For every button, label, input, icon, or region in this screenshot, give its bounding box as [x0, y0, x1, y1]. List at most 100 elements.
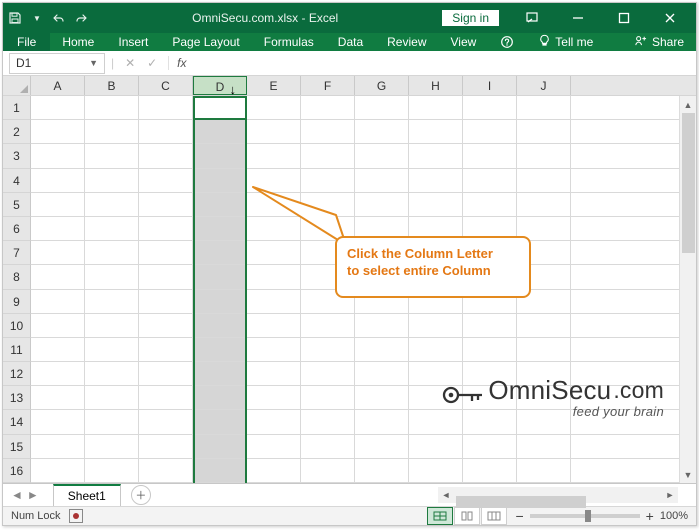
cell-C1[interactable]	[139, 96, 193, 119]
ribbon-options-icon[interactable]	[510, 3, 554, 33]
cell-B3[interactable]	[85, 144, 139, 167]
col-header-F[interactable]: F	[301, 76, 355, 95]
cell-J2[interactable]	[517, 120, 571, 143]
cell-I16[interactable]	[463, 459, 517, 482]
cell-E14[interactable]	[247, 410, 301, 433]
cell-E3[interactable]	[247, 144, 301, 167]
cell-G2[interactable]	[355, 120, 409, 143]
row-header-8[interactable]: 8	[3, 265, 31, 289]
cell-A16[interactable]	[31, 459, 85, 482]
cell-E11[interactable]	[247, 338, 301, 361]
cell-B4[interactable]	[85, 169, 139, 192]
cell-D9[interactable]	[193, 290, 247, 313]
cell-J11[interactable]	[517, 338, 571, 361]
cell-B15[interactable]	[85, 435, 139, 458]
cell-G16[interactable]	[355, 459, 409, 482]
cell-A1[interactable]	[31, 96, 85, 119]
col-header-D[interactable]: D ↓	[193, 76, 247, 95]
cancel-icon[interactable]: ✕	[120, 56, 140, 70]
tab-page-layout[interactable]: Page Layout	[160, 33, 251, 51]
row-header-2[interactable]: 2	[3, 120, 31, 144]
cell-G11[interactable]	[355, 338, 409, 361]
zoom-out-button[interactable]: −	[515, 508, 523, 524]
tab-data[interactable]: Data	[326, 33, 375, 51]
row-header-5[interactable]: 5	[3, 193, 31, 217]
tab-file[interactable]: File	[3, 33, 50, 51]
cell-B13[interactable]	[85, 386, 139, 409]
cell-G12[interactable]	[355, 362, 409, 385]
cell-A14[interactable]	[31, 410, 85, 433]
cell-J3[interactable]	[517, 144, 571, 167]
cell-D5[interactable]	[193, 193, 247, 216]
cell-H11[interactable]	[409, 338, 463, 361]
cell-H3[interactable]	[409, 144, 463, 167]
undo-icon[interactable]	[51, 10, 67, 26]
cell-G4[interactable]	[355, 169, 409, 192]
cell-C3[interactable]	[139, 144, 193, 167]
cell-J5[interactable]	[517, 193, 571, 216]
col-header-J[interactable]: J	[517, 76, 571, 95]
cell-I1[interactable]	[463, 96, 517, 119]
fx-icon[interactable]: fx	[169, 56, 194, 70]
cell-F3[interactable]	[301, 144, 355, 167]
cell-F10[interactable]	[301, 314, 355, 337]
cell-F4[interactable]	[301, 169, 355, 192]
col-header-H[interactable]: H	[409, 76, 463, 95]
cell-A2[interactable]	[31, 120, 85, 143]
cell-B11[interactable]	[85, 338, 139, 361]
row-header-10[interactable]: 10	[3, 314, 31, 338]
cell-G15[interactable]	[355, 435, 409, 458]
cell-I2[interactable]	[463, 120, 517, 143]
cell-G1[interactable]	[355, 96, 409, 119]
cell-F12[interactable]	[301, 362, 355, 385]
cell-C13[interactable]	[139, 386, 193, 409]
sign-in-button[interactable]: Sign in	[441, 9, 500, 27]
tab-review[interactable]: Review	[375, 33, 438, 51]
cell-D14[interactable]	[193, 410, 247, 433]
maximize-icon[interactable]	[602, 3, 646, 33]
col-header-C[interactable]: C	[139, 76, 193, 95]
chevron-down-icon[interactable]: ▼	[89, 58, 98, 68]
row-header-14[interactable]: 14	[3, 410, 31, 434]
cell-A4[interactable]	[31, 169, 85, 192]
cell-B8[interactable]	[85, 265, 139, 288]
cell-I4[interactable]	[463, 169, 517, 192]
cell-I15[interactable]	[463, 435, 517, 458]
cell-H15[interactable]	[409, 435, 463, 458]
cell-B7[interactable]	[85, 241, 139, 264]
cell-I3[interactable]	[463, 144, 517, 167]
row-header-9[interactable]: 9	[3, 290, 31, 314]
tell-me[interactable]: Tell me	[526, 33, 605, 51]
cell-D2[interactable]	[193, 120, 247, 143]
row-header-16[interactable]: 16	[3, 459, 31, 483]
cell-D13[interactable]	[193, 386, 247, 409]
normal-view-icon[interactable]	[427, 507, 453, 525]
cell-G3[interactable]	[355, 144, 409, 167]
zoom-slider[interactable]	[530, 514, 640, 518]
cell-B16[interactable]	[85, 459, 139, 482]
row-header-1[interactable]: 1	[3, 96, 31, 120]
cell-D6[interactable]	[193, 217, 247, 240]
col-header-A[interactable]: A	[31, 76, 85, 95]
cell-H16[interactable]	[409, 459, 463, 482]
cell-F11[interactable]	[301, 338, 355, 361]
cell-H4[interactable]	[409, 169, 463, 192]
cell-E16[interactable]	[247, 459, 301, 482]
cell-A7[interactable]	[31, 241, 85, 264]
cell-H2[interactable]	[409, 120, 463, 143]
cell-D16[interactable]	[193, 459, 247, 482]
cell-A6[interactable]	[31, 217, 85, 240]
tab-formulas[interactable]: Formulas	[252, 33, 326, 51]
cell-F1[interactable]	[301, 96, 355, 119]
cell-B14[interactable]	[85, 410, 139, 433]
cell-C2[interactable]	[139, 120, 193, 143]
cell-C10[interactable]	[139, 314, 193, 337]
cell-B2[interactable]	[85, 120, 139, 143]
cell-C15[interactable]	[139, 435, 193, 458]
cell-J4[interactable]	[517, 169, 571, 192]
add-sheet-button[interactable]: ＋	[131, 485, 151, 505]
cell-C9[interactable]	[139, 290, 193, 313]
col-header-E[interactable]: E	[247, 76, 301, 95]
cell-E7[interactable]	[247, 241, 301, 264]
cell-E5[interactable]	[247, 193, 301, 216]
